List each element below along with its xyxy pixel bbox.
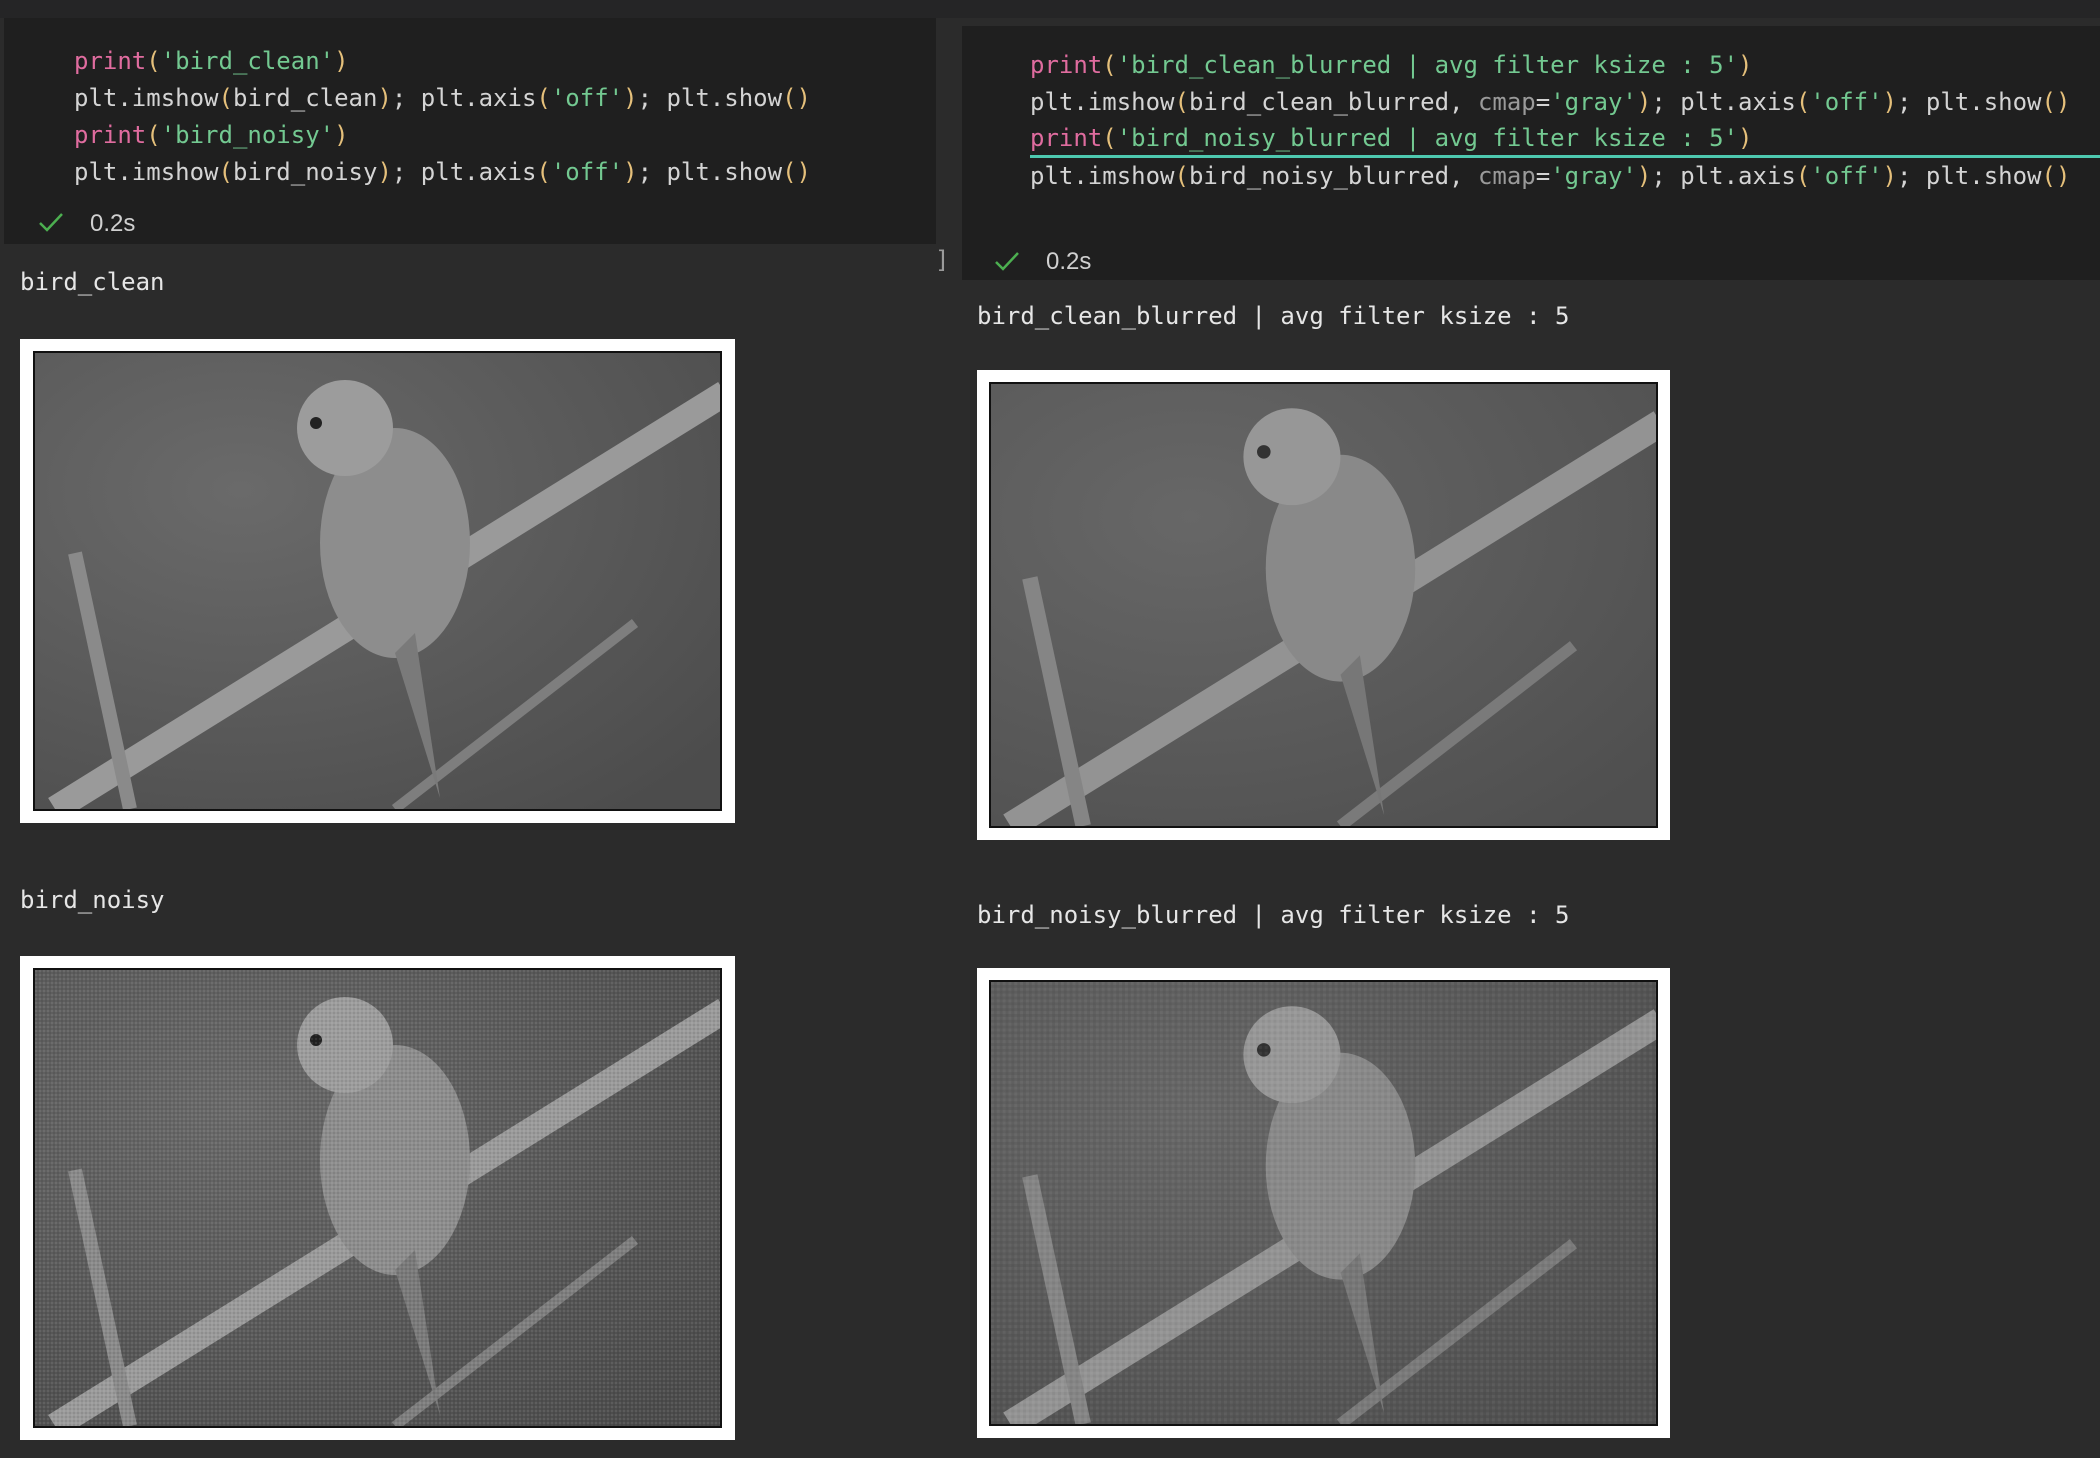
- image-frame-bird-clean: [20, 339, 735, 823]
- output-label-bird-clean-blurred: bird_clean_blurred | avg filter ksize : …: [977, 302, 1570, 330]
- check-icon: [994, 250, 1020, 276]
- output-label-bird-noisy: bird_noisy: [20, 886, 165, 914]
- check-icon: [38, 211, 64, 237]
- cell-bracket: ]: [935, 246, 950, 274]
- bird-noisy-image: [33, 968, 722, 1428]
- code-line-3[interactable]: print('bird_noisy'): [74, 117, 349, 154]
- execution-time: 0.2s: [1046, 248, 1092, 275]
- image-frame-bird-clean-blurred: [977, 370, 1670, 840]
- image-frame-bird-noisy-blurred: [977, 968, 1670, 1438]
- code-line-1[interactable]: print('bird_clean'): [74, 43, 349, 80]
- code-line-4[interactable]: plt.imshow(bird_noisy); plt.axis('off');…: [74, 154, 811, 191]
- image-frame-bird-noisy: [20, 956, 735, 1440]
- code-line-2[interactable]: plt.imshow(bird_clean_blurred, cmap='gra…: [1030, 84, 2070, 121]
- output-label-bird-clean: bird_clean: [20, 268, 165, 296]
- bird-clean-image: [33, 351, 722, 811]
- bird-clean-blurred-image: [989, 382, 1658, 828]
- output-label-bird-noisy-blurred: bird_noisy_blurred | avg filter ksize : …: [977, 901, 1570, 929]
- bird-noisy-blurred-image: [989, 980, 1658, 1426]
- execution-time: 0.2s: [90, 210, 136, 237]
- code-line-3[interactable]: print('bird_noisy_blurred | avg filter k…: [1030, 121, 2100, 158]
- code-line-1[interactable]: print('bird_clean_blurred | avg filter k…: [1030, 47, 1752, 84]
- code-line-4[interactable]: plt.imshow(bird_noisy_blurred, cmap='gra…: [1030, 158, 2070, 195]
- top-bar: [0, 0, 2100, 18]
- code-line-2[interactable]: plt.imshow(bird_clean); plt.axis('off');…: [74, 80, 811, 117]
- code-cell-left[interactable]: print('bird_clean') plt.imshow(bird_clea…: [4, 18, 936, 244]
- code-cell-right[interactable]: print('bird_clean_blurred | avg filter k…: [962, 26, 2100, 280]
